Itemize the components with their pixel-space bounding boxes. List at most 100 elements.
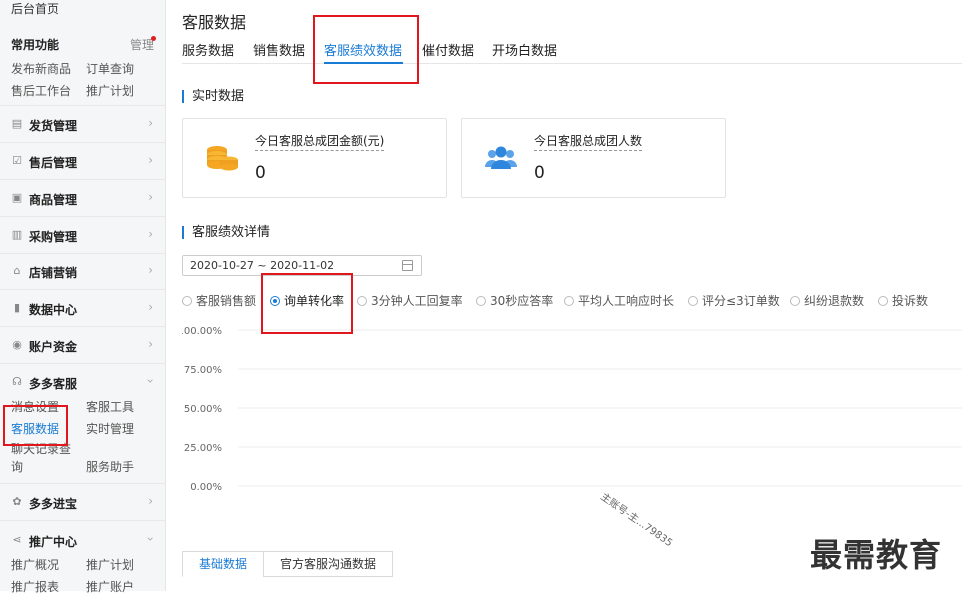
common-functions-title: 常用功能 [11,38,60,52]
chevron-right-icon: › [148,116,153,130]
y-tick-label: 25.00% [184,443,222,454]
chevron-right-icon: › [148,227,153,241]
jinbao-icon: ✿ [12,495,22,508]
sidebar-link-aftersale-desk[interactable]: 售后工作台 [11,82,71,99]
sidebar-item-account[interactable]: ◉ 账户资金 › [0,327,165,364]
sidebar-link-publish[interactable]: 发布新商品 [11,60,71,77]
notification-dot [151,36,156,41]
card-value: 0 [534,163,545,183]
sidebar-item-label: 多多客服 [29,377,78,391]
store-icon: ⌂ [13,264,21,277]
page-title: 客服数据 [182,13,247,32]
sidebar-item-label: 商品管理 [29,193,78,207]
tab-bar: 服务数据 销售数据 客服绩效数据 催付数据 开场白数据 [182,40,962,64]
radio-circle [476,296,486,306]
after-sale-icon: ☑ [12,154,22,167]
chevron-right-icon: › [148,190,153,204]
radio-3min-reply-rate[interactable]: 3分钟人工回复率 [357,292,463,309]
realtime-section-title: 实时数据 [182,90,244,103]
data-icon: ▮ [13,301,21,314]
coins-icon [207,146,238,171]
chevron-right-icon: › [148,494,153,508]
detail-section-title: 客服绩效详情 [182,226,270,239]
tab-sales-data[interactable]: 销售数据 [253,40,305,59]
sidebar-link-promo-plan-2[interactable]: 推广计划 [86,556,134,573]
purchase-icon: ▥ [11,228,23,241]
performance-chart: 100.00% 75.00% 50.00% 25.00% 0.00% 主账号-主...7… [182,326,962,550]
radio-circle [357,296,367,306]
chevron-right-icon: › [148,263,153,277]
chevron-down-icon: › [143,536,158,542]
sidebar-item-label: 多多进宝 [29,497,78,511]
radio-avg-response-time[interactable]: 平均人工响应时长 [564,292,674,309]
radio-circle [688,296,698,306]
sidebar-item-label: 账户资金 [29,340,78,354]
radio-label: 投诉数 [892,294,929,308]
sidebar-item-jinbao[interactable]: ✿ 多多进宝 › [0,484,165,521]
radio-30s-response-rate[interactable]: 30秒应答率 [476,292,553,309]
sidebar-link-promo-overview[interactable]: 推广概况 [11,556,59,573]
card-cs-group-users: 今日客服总成团人数 0 [461,118,726,198]
tab-official-cs-comm[interactable]: 官方客服沟通数据 [263,551,393,577]
sidebar-item-shipping[interactable]: ▤ 发货管理 › [0,106,165,143]
tab-payment-reminder[interactable]: 催付数据 [422,40,474,59]
annotation-highlight [313,15,419,84]
date-range-value: 2020-10-27 ~ 2020-11-02 [190,259,335,272]
sidebar-item-after-sale[interactable]: ☑ 售后管理 › [0,143,165,180]
chevron-right-icon: › [148,153,153,167]
chevron-right-icon: › [148,300,153,314]
sidebar-link-promo-report[interactable]: 推广报表 [11,578,59,595]
account-icon: ◉ [12,338,22,351]
headset-icon: ☊ [12,375,22,388]
watermark-logo: 最需教育 [810,536,943,574]
chevron-right-icon: › [148,337,153,351]
radio-circle [790,296,800,306]
y-tick-label: 50.00% [184,404,222,415]
card-title: 今日客服总成团人数 [534,132,643,151]
sidebar-link-cs-tools[interactable]: 客服工具 [86,398,134,415]
sidebar: 后台首页 常用功能 管理 发布新商品 订单查询 售后工作台 推广计划 ▤ 发货管… [0,0,166,594]
radio-cs-sales[interactable]: 客服销售额 [182,292,256,309]
radio-dispute-refunds[interactable]: 纠纷退款数 [790,292,864,309]
sidebar-link-realtime-mgmt[interactable]: 实时管理 [86,420,134,437]
y-tick-label: 0.00% [190,482,222,493]
radio-complaints[interactable]: 投诉数 [878,292,928,309]
radio-circle [878,296,888,306]
sidebar-link-service-assistant[interactable]: 服务助手 [86,458,134,475]
tab-basic-data[interactable]: 基础数据 [182,551,264,577]
y-tick-label: 100.00% [182,326,222,337]
sidebar-link-promo-account[interactable]: 推广账户 [86,578,134,595]
sidebar-item-label: 发货管理 [29,119,78,133]
radio-label: 客服销售额 [196,294,257,308]
x-tick-label: 主账号-主...79835 [598,491,674,550]
sidebar-item-promotion[interactable]: ⋖ 推广中心 › [0,522,165,559]
radio-label: 3分钟人工回复率 [371,294,463,308]
tab-service-data[interactable]: 服务数据 [182,40,234,59]
radio-label: 纠纷退款数 [804,294,865,308]
sidebar-item-goods[interactable]: ▣ 商品管理 › [0,180,165,217]
sidebar-item-store[interactable]: ⌂ 店铺营销 › [0,253,165,290]
sidebar-link-orders[interactable]: 订单查询 [86,60,134,77]
goods-icon: ▣ [11,191,23,204]
sidebar-item-label: 售后管理 [29,156,78,170]
card-cs-group-amount: 今日客服总成团金额(元) 0 [182,118,447,198]
tab-opening-data[interactable]: 开场白数据 [492,40,557,59]
chevron-down-icon: › [143,378,158,384]
radio-label: 30秒应答率 [490,294,554,308]
calendar-icon [402,260,413,271]
users-icon [485,146,517,169]
y-tick-label: 75.00% [184,365,222,376]
share-icon: ⋖ [12,533,22,546]
annotation-highlight [3,405,68,446]
radio-low-rating-orders[interactable]: 评分≤3订单数 [688,292,780,309]
sidebar-item-data-center[interactable]: ▮ 数据中心 › [0,290,165,327]
radio-label: 评分≤3订单数 [702,294,780,308]
sidebar-item-purchase[interactable]: ▥ 采购管理 › [0,217,165,254]
radio-circle [564,296,574,306]
sidebar-item-customer-service[interactable]: ☊ 多多客服 › [0,364,165,401]
shipping-icon: ▤ [11,117,23,130]
sidebar-home[interactable]: 后台首页 [11,0,59,17]
radio-label: 平均人工响应时长 [578,294,675,308]
sidebar-link-promo-plan[interactable]: 推广计划 [86,82,134,99]
sidebar-item-label: 采购管理 [29,230,78,244]
